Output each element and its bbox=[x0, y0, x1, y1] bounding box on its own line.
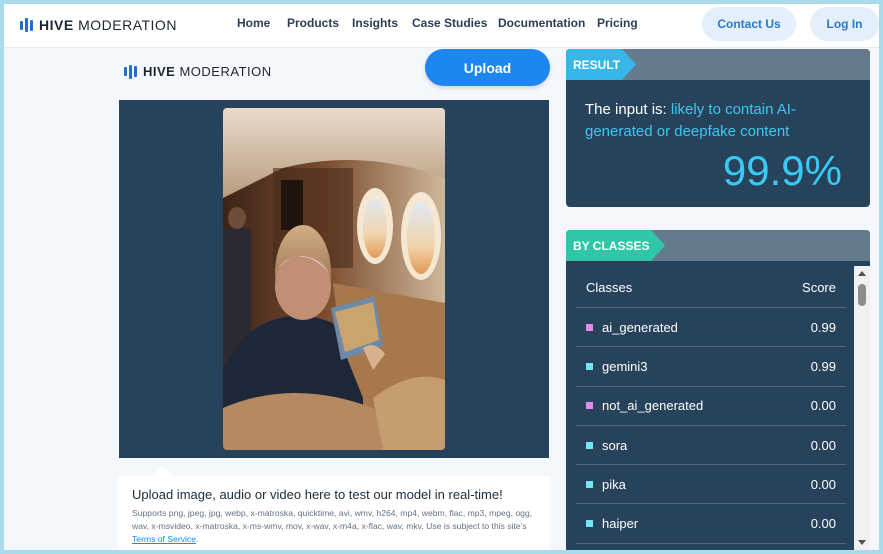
column-classes: Classes bbox=[586, 280, 633, 295]
contact-us-button[interactable]: Contact Us bbox=[702, 7, 796, 41]
login-button[interactable]: Log In bbox=[810, 7, 879, 41]
upload-info-box: Upload image, audio or video here to tes… bbox=[118, 476, 550, 550]
class-row: not_ai_generated 0.00 bbox=[576, 387, 846, 426]
class-name: gemini3 bbox=[602, 358, 648, 374]
class-name: not_ai_generated bbox=[602, 398, 704, 414]
class-color-swatch bbox=[586, 362, 593, 370]
classes-table-header: Classes Score bbox=[576, 268, 846, 308]
hive-logo-icon bbox=[20, 18, 33, 32]
class-color-swatch bbox=[586, 441, 593, 449]
classes-card: BY CLASSES Classes Score ai_generated 0.9… bbox=[566, 230, 870, 550]
logo-text: HIVE MODERATION bbox=[39, 17, 177, 33]
uploaded-photo-image bbox=[223, 108, 445, 450]
result-verdict: The input is: likely to contain AI-gener… bbox=[585, 99, 855, 143]
class-score: 0.99 bbox=[810, 319, 836, 335]
class-label-group: not_ai_generated bbox=[586, 398, 703, 413]
classes-table: Classes Score ai_generated 0.99 gemini3 0.9… bbox=[576, 268, 846, 544]
classes-tag: BY CLASSES bbox=[566, 230, 665, 261]
class-label-group: ai_generated bbox=[586, 320, 678, 335]
scroll-up-arrow-icon[interactable] bbox=[858, 271, 866, 276]
class-score: 0.00 bbox=[810, 516, 836, 532]
class-name: ai_generated bbox=[602, 319, 678, 335]
nav-products[interactable]: Products bbox=[287, 16, 339, 30]
media-preview-panel bbox=[119, 100, 549, 458]
class-label-group: haiper bbox=[586, 516, 638, 531]
class-name: sora bbox=[602, 437, 628, 453]
class-row: ai_generated 0.99 bbox=[576, 308, 846, 348]
uploaded-photo bbox=[223, 108, 445, 450]
scrollbar-thumb[interactable] bbox=[858, 284, 866, 306]
scroll-down-arrow-icon[interactable] bbox=[858, 540, 866, 545]
info-pointer bbox=[152, 466, 172, 476]
class-score: 0.00 bbox=[810, 398, 836, 414]
hive-logo-icon bbox=[124, 64, 137, 79]
class-color-swatch bbox=[586, 323, 593, 331]
class-row: gemini3 0.99 bbox=[576, 347, 846, 387]
class-color-swatch bbox=[586, 520, 593, 528]
demo-logo: HIVE MODERATION bbox=[124, 64, 272, 79]
logo-light: MODERATION bbox=[78, 17, 177, 33]
class-row: sora 0.00 bbox=[576, 426, 846, 466]
result-prefix: The input is: bbox=[585, 101, 667, 118]
nav-home[interactable]: Home bbox=[237, 16, 270, 30]
upload-button[interactable]: Upload bbox=[425, 49, 550, 86]
class-name: pika bbox=[602, 476, 626, 492]
logo-bold: HIVE bbox=[143, 64, 176, 79]
logo-light: MODERATION bbox=[179, 64, 272, 79]
nav-insights[interactable]: Insights bbox=[352, 16, 398, 30]
result-card: RESULT The input is: likely to contain A… bbox=[566, 49, 870, 207]
class-color-swatch bbox=[586, 402, 593, 410]
class-score: 0.99 bbox=[810, 358, 836, 374]
column-score: Score bbox=[802, 280, 836, 295]
classes-scrollbar[interactable] bbox=[854, 266, 870, 550]
class-color-swatch bbox=[586, 480, 593, 488]
result-score: 99.9% bbox=[722, 147, 842, 194]
class-score: 0.00 bbox=[810, 476, 836, 492]
formats-text-end: . bbox=[196, 534, 199, 544]
terms-of-service-link[interactable]: Terms of Service bbox=[132, 534, 196, 544]
formats-text: Supports png, jpeg, jpg, webp, x-matrosk… bbox=[132, 508, 533, 531]
class-row: haiper 0.00 bbox=[576, 504, 846, 544]
class-label-group: pika bbox=[586, 477, 626, 492]
result-tag: RESULT bbox=[566, 49, 636, 80]
upload-supported-formats: Supports png, jpeg, jpg, webp, x-matrosk… bbox=[132, 507, 537, 546]
class-label-group: gemini3 bbox=[586, 359, 648, 374]
nav-pricing[interactable]: Pricing bbox=[597, 16, 638, 30]
logo-text: HIVE MODERATION bbox=[143, 64, 272, 79]
class-row: pika 0.00 bbox=[576, 465, 846, 505]
logo-bold: HIVE bbox=[39, 17, 74, 33]
nav-case-studies[interactable]: Case Studies bbox=[412, 16, 487, 30]
class-name: haiper bbox=[602, 516, 639, 532]
site-logo[interactable]: HIVE MODERATION bbox=[20, 17, 177, 33]
nav-documentation[interactable]: Documentation bbox=[498, 16, 585, 30]
upload-instructions-title: Upload image, audio or video here to tes… bbox=[132, 487, 503, 502]
class-score: 0.00 bbox=[810, 437, 836, 453]
browser-viewport: HIVE MODERATION Home Products Insights C… bbox=[4, 4, 879, 550]
class-label-group: sora bbox=[586, 438, 627, 453]
top-nav: HIVE MODERATION Home Products Insights C… bbox=[4, 4, 879, 48]
